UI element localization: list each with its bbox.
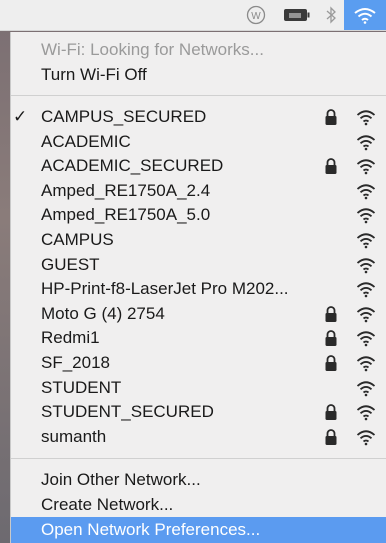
bluetooth-icon[interactable]	[321, 0, 341, 30]
network-name: STUDENT_SECURED	[41, 402, 214, 421]
circle-w-icon[interactable]: W	[243, 0, 269, 30]
network-name: HP-Print-f8-LaserJet Pro M202...	[41, 279, 289, 298]
network-name: CAMPUS	[41, 230, 114, 249]
network-name: Moto G (4) 2754	[41, 304, 165, 323]
network-item[interactable]: HP-Print-f8-LaserJet Pro M202...	[11, 277, 386, 301]
network-item[interactable]: Amped_RE1750A_5.0	[11, 203, 386, 227]
network-name: ACADEMIC_SECURED	[41, 156, 224, 175]
divider	[11, 458, 386, 459]
network-item[interactable]: ✓ CAMPUS_SECURED	[11, 105, 386, 129]
network-name: Redmi1	[41, 328, 100, 347]
wifi-icon[interactable]	[344, 0, 386, 30]
wifi-signal-icon	[356, 379, 376, 397]
wifi-menu: Wi-Fi: Looking for Networks... Turn Wi-F…	[10, 32, 386, 543]
network-name: GUEST	[41, 255, 100, 274]
wifi-signal-icon	[356, 354, 376, 372]
join-other-network-label: Join Other Network...	[41, 470, 201, 489]
menu-bar: W	[0, 0, 386, 31]
lock-icon	[324, 157, 338, 175]
lock-icon	[324, 329, 338, 347]
turn-wifi-off-label: Turn Wi-Fi Off	[41, 65, 147, 84]
network-name: CAMPUS_SECURED	[41, 107, 207, 126]
network-name: SF_2018	[41, 353, 110, 372]
wifi-signal-icon	[356, 305, 376, 323]
network-name: sumanth	[41, 427, 107, 446]
lock-icon	[324, 403, 338, 421]
network-name: ACADEMIC	[41, 132, 131, 151]
network-name: STUDENT	[41, 378, 122, 397]
join-other-network-item[interactable]: Join Other Network...	[11, 468, 386, 492]
open-network-preferences-label: Open Network Preferences...	[41, 520, 261, 539]
turn-wifi-off-item[interactable]: Turn Wi-Fi Off	[11, 63, 386, 87]
lock-icon	[324, 428, 338, 446]
wifi-status-item: Wi-Fi: Looking for Networks...	[11, 38, 386, 62]
svg-text:W: W	[251, 11, 261, 22]
create-network-item[interactable]: Create Network...	[11, 493, 386, 517]
wifi-signal-icon	[356, 108, 376, 126]
network-item[interactable]: STUDENT	[11, 376, 386, 400]
wifi-signal-icon	[356, 182, 376, 200]
wifi-status-label: Wi-Fi: Looking for Networks...	[41, 40, 264, 59]
wifi-signal-icon	[356, 157, 376, 175]
create-network-label: Create Network...	[41, 495, 174, 514]
network-item[interactable]: SF_2018	[11, 351, 386, 375]
battery-icon[interactable]	[282, 0, 312, 30]
wifi-signal-icon	[356, 280, 376, 298]
network-item[interactable]: Amped_RE1750A_2.4	[11, 179, 386, 203]
wifi-signal-icon	[356, 403, 376, 421]
lock-icon	[324, 108, 338, 126]
wifi-signal-icon	[356, 329, 376, 347]
wifi-signal-icon	[356, 428, 376, 446]
network-name: Amped_RE1750A_2.4	[41, 181, 211, 200]
network-item[interactable]: ACADEMIC_SECURED	[11, 154, 386, 178]
network-item[interactable]: GUEST	[11, 253, 386, 277]
divider	[11, 95, 386, 96]
checkmark-icon: ✓	[13, 107, 28, 126]
network-item[interactable]: sumanth	[11, 425, 386, 449]
wifi-signal-icon	[356, 231, 376, 249]
open-network-preferences-item[interactable]: Open Network Preferences...	[11, 517, 386, 543]
network-item[interactable]: Redmi1	[11, 326, 386, 350]
lock-icon	[324, 354, 338, 372]
network-item[interactable]: STUDENT_SECURED	[11, 400, 386, 424]
network-name: Amped_RE1750A_5.0	[41, 205, 211, 224]
wifi-signal-icon	[356, 133, 376, 151]
lock-icon	[324, 305, 338, 323]
network-item[interactable]: CAMPUS	[11, 228, 386, 252]
wifi-signal-icon	[356, 256, 376, 274]
network-item[interactable]: Moto G (4) 2754	[11, 302, 386, 326]
network-item[interactable]: ACADEMIC	[11, 130, 386, 154]
wifi-signal-icon	[356, 206, 376, 224]
